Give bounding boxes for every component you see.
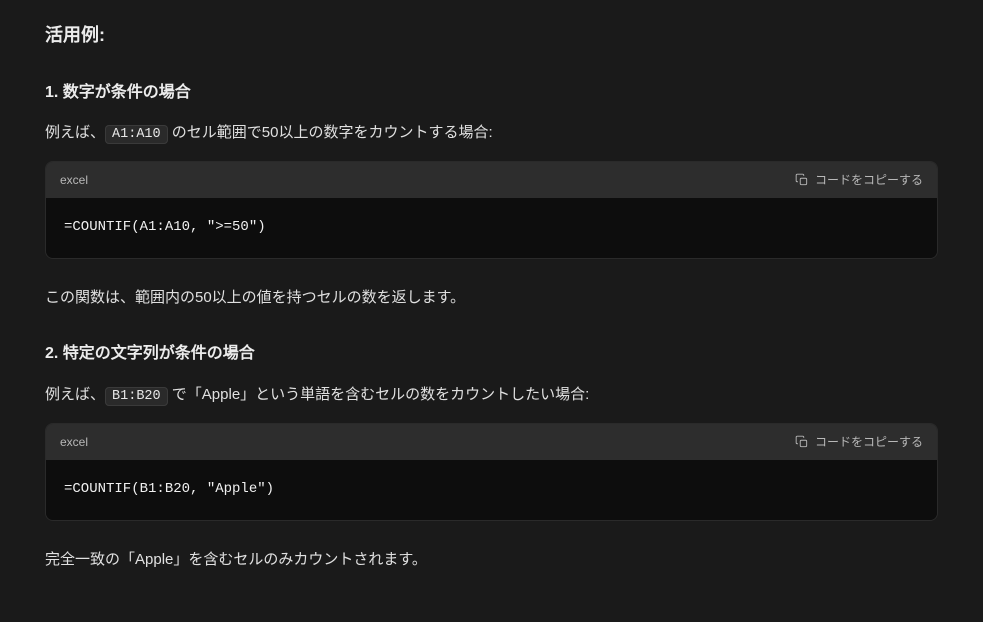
section-2: 2. 特定の文字列が条件の場合 例えば、B1:B20 で「Apple」という単語… [45,340,938,572]
copy-icon [795,435,809,449]
section-1-inline-code: A1:A10 [105,125,168,144]
copy-label: コードをコピーする [815,433,923,450]
copy-button[interactable]: コードをコピーする [795,433,923,450]
code-header-2: excel コードをコピーする [46,424,937,460]
section-1-intro-suffix: のセル範囲で50以上の数字をカウントする場合: [168,124,493,141]
section-2-intro-suffix: で「Apple」という単語を含むセルの数をカウントしたい場合: [168,386,590,403]
section-1: 1. 数字が条件の場合 例えば、A1:A10 のセル範囲で50以上の数字をカウン… [45,79,938,311]
copy-icon [795,173,809,187]
copy-label: コードをコピーする [815,171,923,188]
section-2-inline-code: B1:B20 [105,387,168,406]
copy-button[interactable]: コードをコピーする [795,171,923,188]
section-1-outro: この関数は、範囲内の50以上の値を持つセルの数を返します。 [45,285,938,311]
code-lang-label: excel [60,170,88,190]
code-block-1: excel コードをコピーする =COUNTIF(A1:A10, ">=50") [45,161,938,259]
section-2-outro: 完全一致の「Apple」を含むセルのみカウントされます。 [45,547,938,573]
heading-main: 活用例: [45,20,938,51]
code-content-2: =COUNTIF(B1:B20, "Apple") [46,460,937,520]
section-1-title: 1. 数字が条件の場合 [45,79,938,106]
section-2-intro: 例えば、B1:B20 で「Apple」という単語を含むセルの数をカウントしたい場… [45,382,938,409]
code-header-1: excel コードをコピーする [46,162,937,198]
section-2-title: 2. 特定の文字列が条件の場合 [45,340,938,367]
section-2-intro-prefix: 例えば、 [45,386,105,403]
code-lang-label: excel [60,432,88,452]
code-content-1: =COUNTIF(A1:A10, ">=50") [46,198,937,258]
code-block-2: excel コードをコピーする =COUNTIF(B1:B20, "Apple"… [45,423,938,521]
section-1-intro: 例えば、A1:A10 のセル範囲で50以上の数字をカウントする場合: [45,120,938,147]
section-1-intro-prefix: 例えば、 [45,124,105,141]
